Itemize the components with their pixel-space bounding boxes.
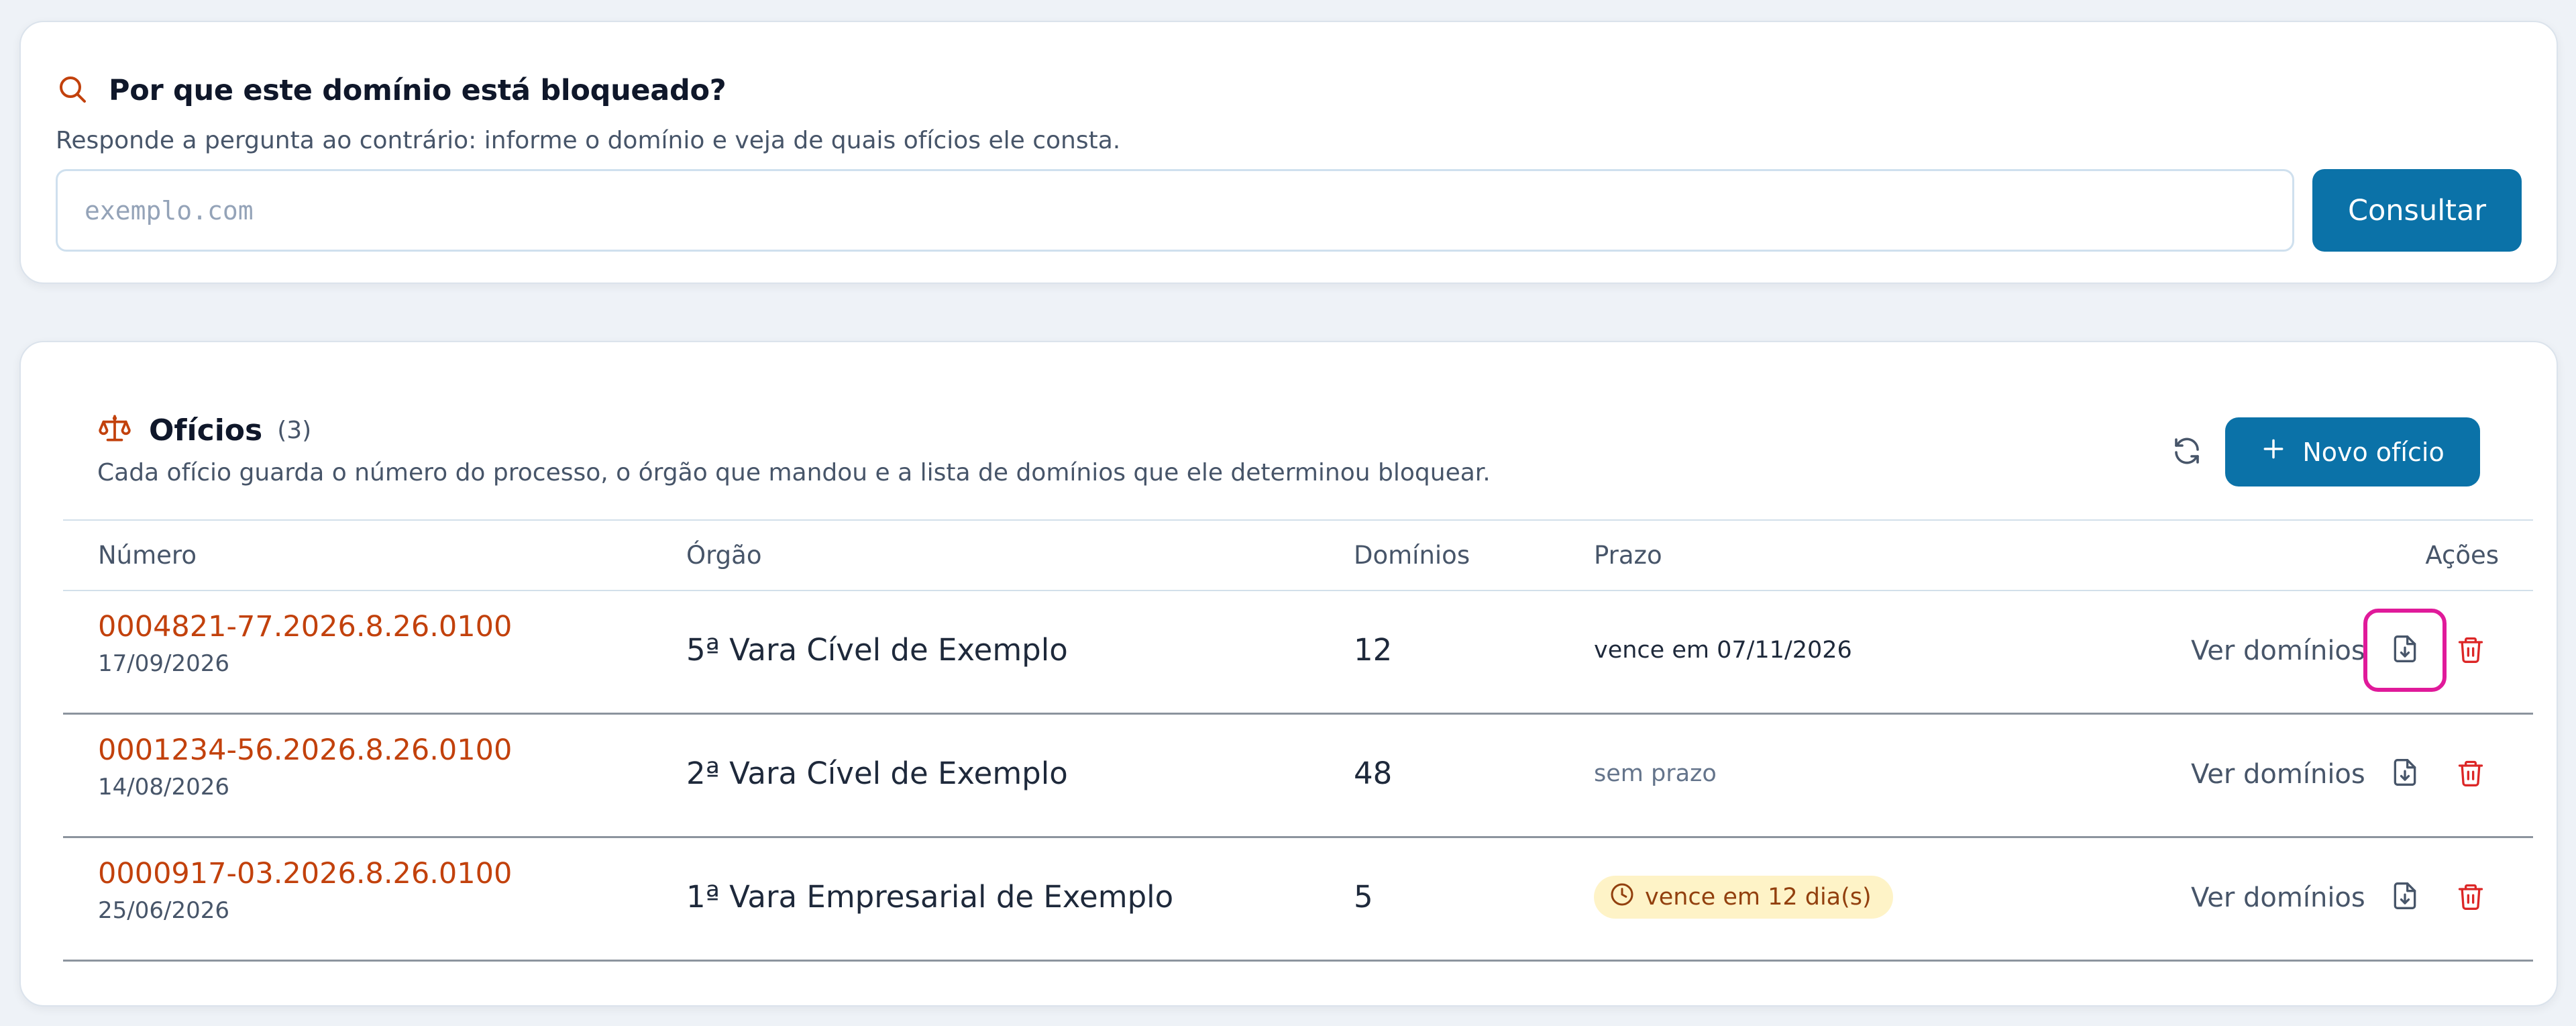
ver-dominios-link[interactable]: Ver domínios: [2191, 759, 2365, 790]
oficios-description: Cada ofício guarda o número do processo,…: [97, 459, 1491, 486]
numero-cell: 0000917-03.2026.8.26.0100 25/06/2026: [98, 857, 512, 924]
file-download-icon: [2390, 881, 2420, 913]
export-button[interactable]: [2363, 609, 2447, 692]
trash-icon: [2456, 882, 2485, 914]
delete-button[interactable]: [2447, 751, 2494, 798]
lookup-header: Por que este domínio está bloqueado?: [56, 73, 727, 108]
consultar-button[interactable]: Consultar: [2312, 169, 2522, 252]
refresh-button[interactable]: [2165, 430, 2209, 474]
prazo-cell: vence em 07/11/2026: [1594, 637, 1852, 664]
ver-dominios-link[interactable]: Ver domínios: [2191, 882, 2365, 913]
lookup-title: Por que este domínio está bloqueado?: [109, 74, 727, 107]
novo-oficio-button[interactable]: Novo ofício: [2225, 417, 2480, 486]
process-number-link[interactable]: 0000917-03.2026.8.26.0100: [98, 857, 512, 890]
numero-cell: 0001234-56.2026.8.26.0100 14/08/2026: [98, 733, 512, 801]
dominios-count-cell: 48: [1354, 756, 1393, 791]
prazo-badge-label: vence em 12 dia(s): [1645, 884, 1872, 911]
process-number-link[interactable]: 0004821-77.2026.8.26.0100: [98, 610, 512, 644]
novo-oficio-label: Novo ofício: [2302, 437, 2445, 467]
scales-icon: [98, 412, 131, 448]
trash-icon: [2456, 758, 2485, 790]
oficios-header: Ofícios (3): [98, 412, 311, 448]
table-row: 0000917-03.2026.8.26.0100 25/06/2026 1ª …: [63, 838, 2533, 962]
search-icon: [56, 73, 89, 108]
prazo-warning-badge: vence em 12 dia(s): [1594, 876, 1893, 919]
orgao-cell: 5ª Vara Cível de Exemplo: [686, 632, 1068, 668]
ver-dominios-link[interactable]: Ver domínios: [2191, 635, 2365, 666]
delete-button[interactable]: [2447, 874, 2494, 921]
delete-button[interactable]: [2447, 627, 2494, 674]
dominios-count-cell: 5: [1354, 879, 1373, 915]
lookup-description: Responde a pergunta ao contrário: inform…: [56, 127, 1121, 154]
export-button[interactable]: [2363, 732, 2447, 815]
table-row: 0001234-56.2026.8.26.0100 14/08/2026 2ª …: [63, 715, 2533, 838]
column-header-prazo: Prazo: [1594, 541, 1662, 570]
file-download-icon: [2390, 634, 2420, 666]
trash-icon: [2456, 635, 2485, 667]
table-header: Número Órgão Domínios Prazo Ações: [63, 519, 2533, 591]
clock-icon: [1609, 881, 1645, 914]
plus-icon: [2261, 436, 2302, 468]
numero-cell: 0004821-77.2026.8.26.0100 17/09/2026: [98, 610, 512, 677]
column-header-orgao: Órgão: [686, 541, 762, 570]
oficios-title: Ofícios: [149, 413, 263, 448]
domain-lookup-card: Por que este domínio está bloqueado? Res…: [19, 21, 2558, 284]
oficios-card: Ofícios (3) Cada ofício guarda o número …: [19, 341, 2558, 1007]
oficio-date: 14/08/2026: [98, 774, 229, 801]
oficios-count: (3): [277, 416, 312, 444]
domain-search-input[interactable]: [56, 169, 2294, 252]
oficio-date: 25/06/2026: [98, 897, 229, 924]
refresh-icon: [2171, 435, 2203, 470]
column-header-dominios: Domínios: [1354, 541, 1470, 570]
file-download-icon: [2390, 758, 2420, 790]
orgao-cell: 2ª Vara Cível de Exemplo: [686, 756, 1068, 791]
column-header-acoes: Ações: [2425, 541, 2499, 570]
oficio-date: 17/09/2026: [98, 650, 229, 677]
oficios-table: Número Órgão Domínios Prazo Ações 000482…: [63, 519, 2533, 962]
orgao-cell: 1ª Vara Empresarial de Exemplo: [686, 879, 1174, 915]
column-header-numero: Número: [98, 541, 197, 570]
export-button[interactable]: [2363, 856, 2447, 939]
table-row: 0004821-77.2026.8.26.0100 17/09/2026 5ª …: [63, 591, 2533, 715]
process-number-link[interactable]: 0001234-56.2026.8.26.0100: [98, 733, 512, 767]
dominios-count-cell: 12: [1354, 632, 1393, 668]
prazo-cell: sem prazo: [1594, 760, 1717, 787]
